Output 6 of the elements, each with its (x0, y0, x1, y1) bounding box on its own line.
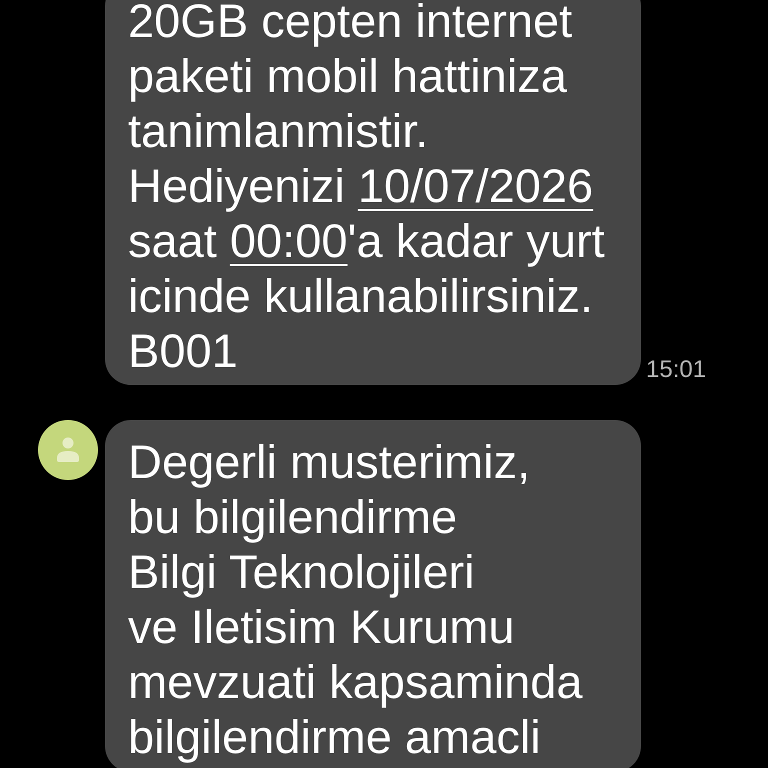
message-bubble[interactable]: Degerli musterimiz, bu bilgilendirme Bilgi Teknolojileri ve Iletisim Kurumu mevzuati kapsaminda bilgilendirme amacli (105, 420, 641, 768)
date-link[interactable]: 10/07/2026 (358, 159, 594, 212)
message-time: 15:01 (646, 356, 706, 383)
avatar-icon[interactable] (38, 420, 98, 480)
time-link[interactable]: 00:00 (230, 214, 348, 267)
message-text: Degerli musterimiz, bu bilgilendirme Bilgi Teknolojileri ve Iletisim Kurumu mevzuati kapsaminda bilgilendirme amacli (128, 434, 584, 764)
